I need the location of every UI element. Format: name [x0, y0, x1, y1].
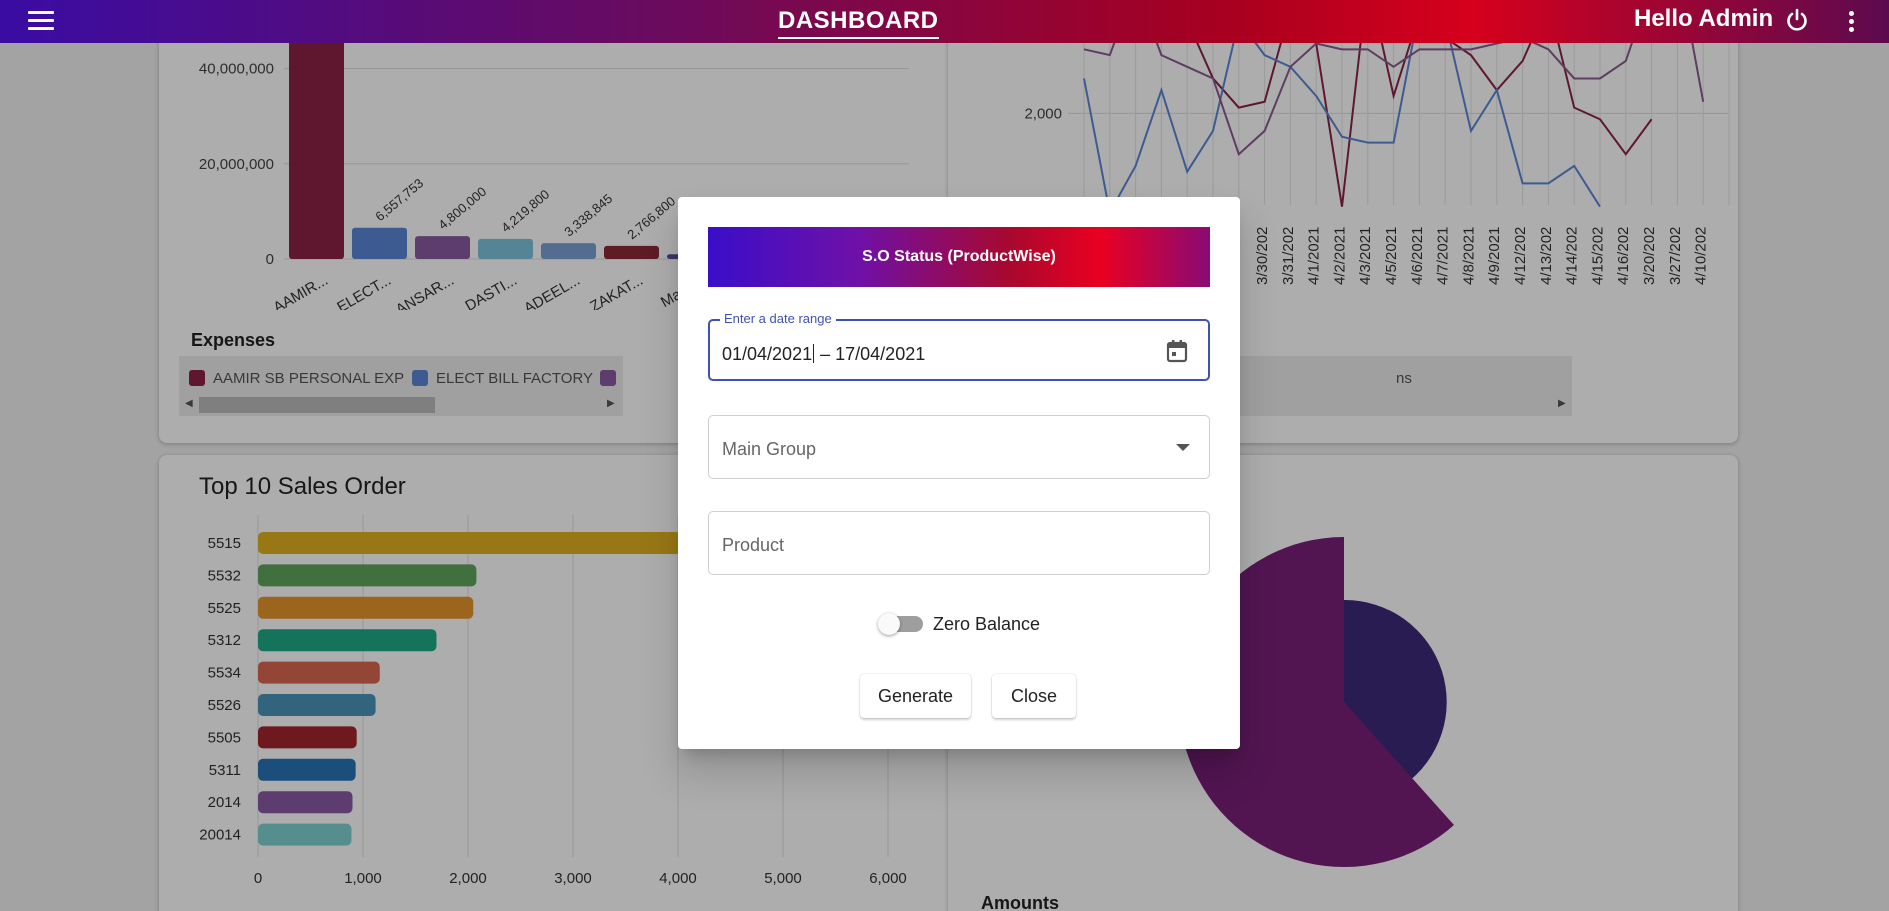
- greeting-text: Hello Admin: [1634, 5, 1774, 32]
- hamburger-menu-icon[interactable]: [28, 11, 54, 31]
- power-logout-icon[interactable]: [1784, 7, 1810, 33]
- date-end-input[interactable]: 17/04/2021: [835, 344, 925, 364]
- page-title: DASHBOARD: [778, 7, 939, 39]
- main-group-select[interactable]: Main Group: [708, 415, 1210, 479]
- dialog-title: S.O Status (ProductWise): [708, 227, 1210, 287]
- close-button[interactable]: Close: [992, 674, 1076, 718]
- dropdown-arrow-icon[interactable]: [1176, 444, 1190, 451]
- text-cursor: [813, 344, 815, 363]
- so-status-dialog: S.O Status (ProductWise) Enter a date ra…: [678, 197, 1240, 749]
- date-range-field[interactable]: Enter a date range 01/04/2021 – 17/04/20…: [708, 311, 1210, 381]
- product-input[interactable]: Product: [708, 511, 1210, 575]
- date-range-label: Enter a date range: [720, 311, 836, 326]
- top-app-bar: DASHBOARD Hello Admin: [0, 0, 1889, 43]
- calendar-icon[interactable]: [1166, 339, 1188, 363]
- product-placeholder: Product: [722, 535, 785, 555]
- toggle-thumb[interactable]: [878, 613, 900, 635]
- main-group-placeholder: Main Group: [722, 439, 817, 459]
- zero-balance-label: Zero Balance: [933, 614, 1041, 634]
- date-separator: –: [820, 344, 831, 364]
- more-vert-icon[interactable]: [1849, 11, 1855, 33]
- date-start-input[interactable]: 01/04/2021: [722, 344, 812, 364]
- generate-button[interactable]: Generate: [860, 674, 971, 718]
- date-range-value[interactable]: 01/04/2021 – 17/04/2021: [722, 344, 925, 365]
